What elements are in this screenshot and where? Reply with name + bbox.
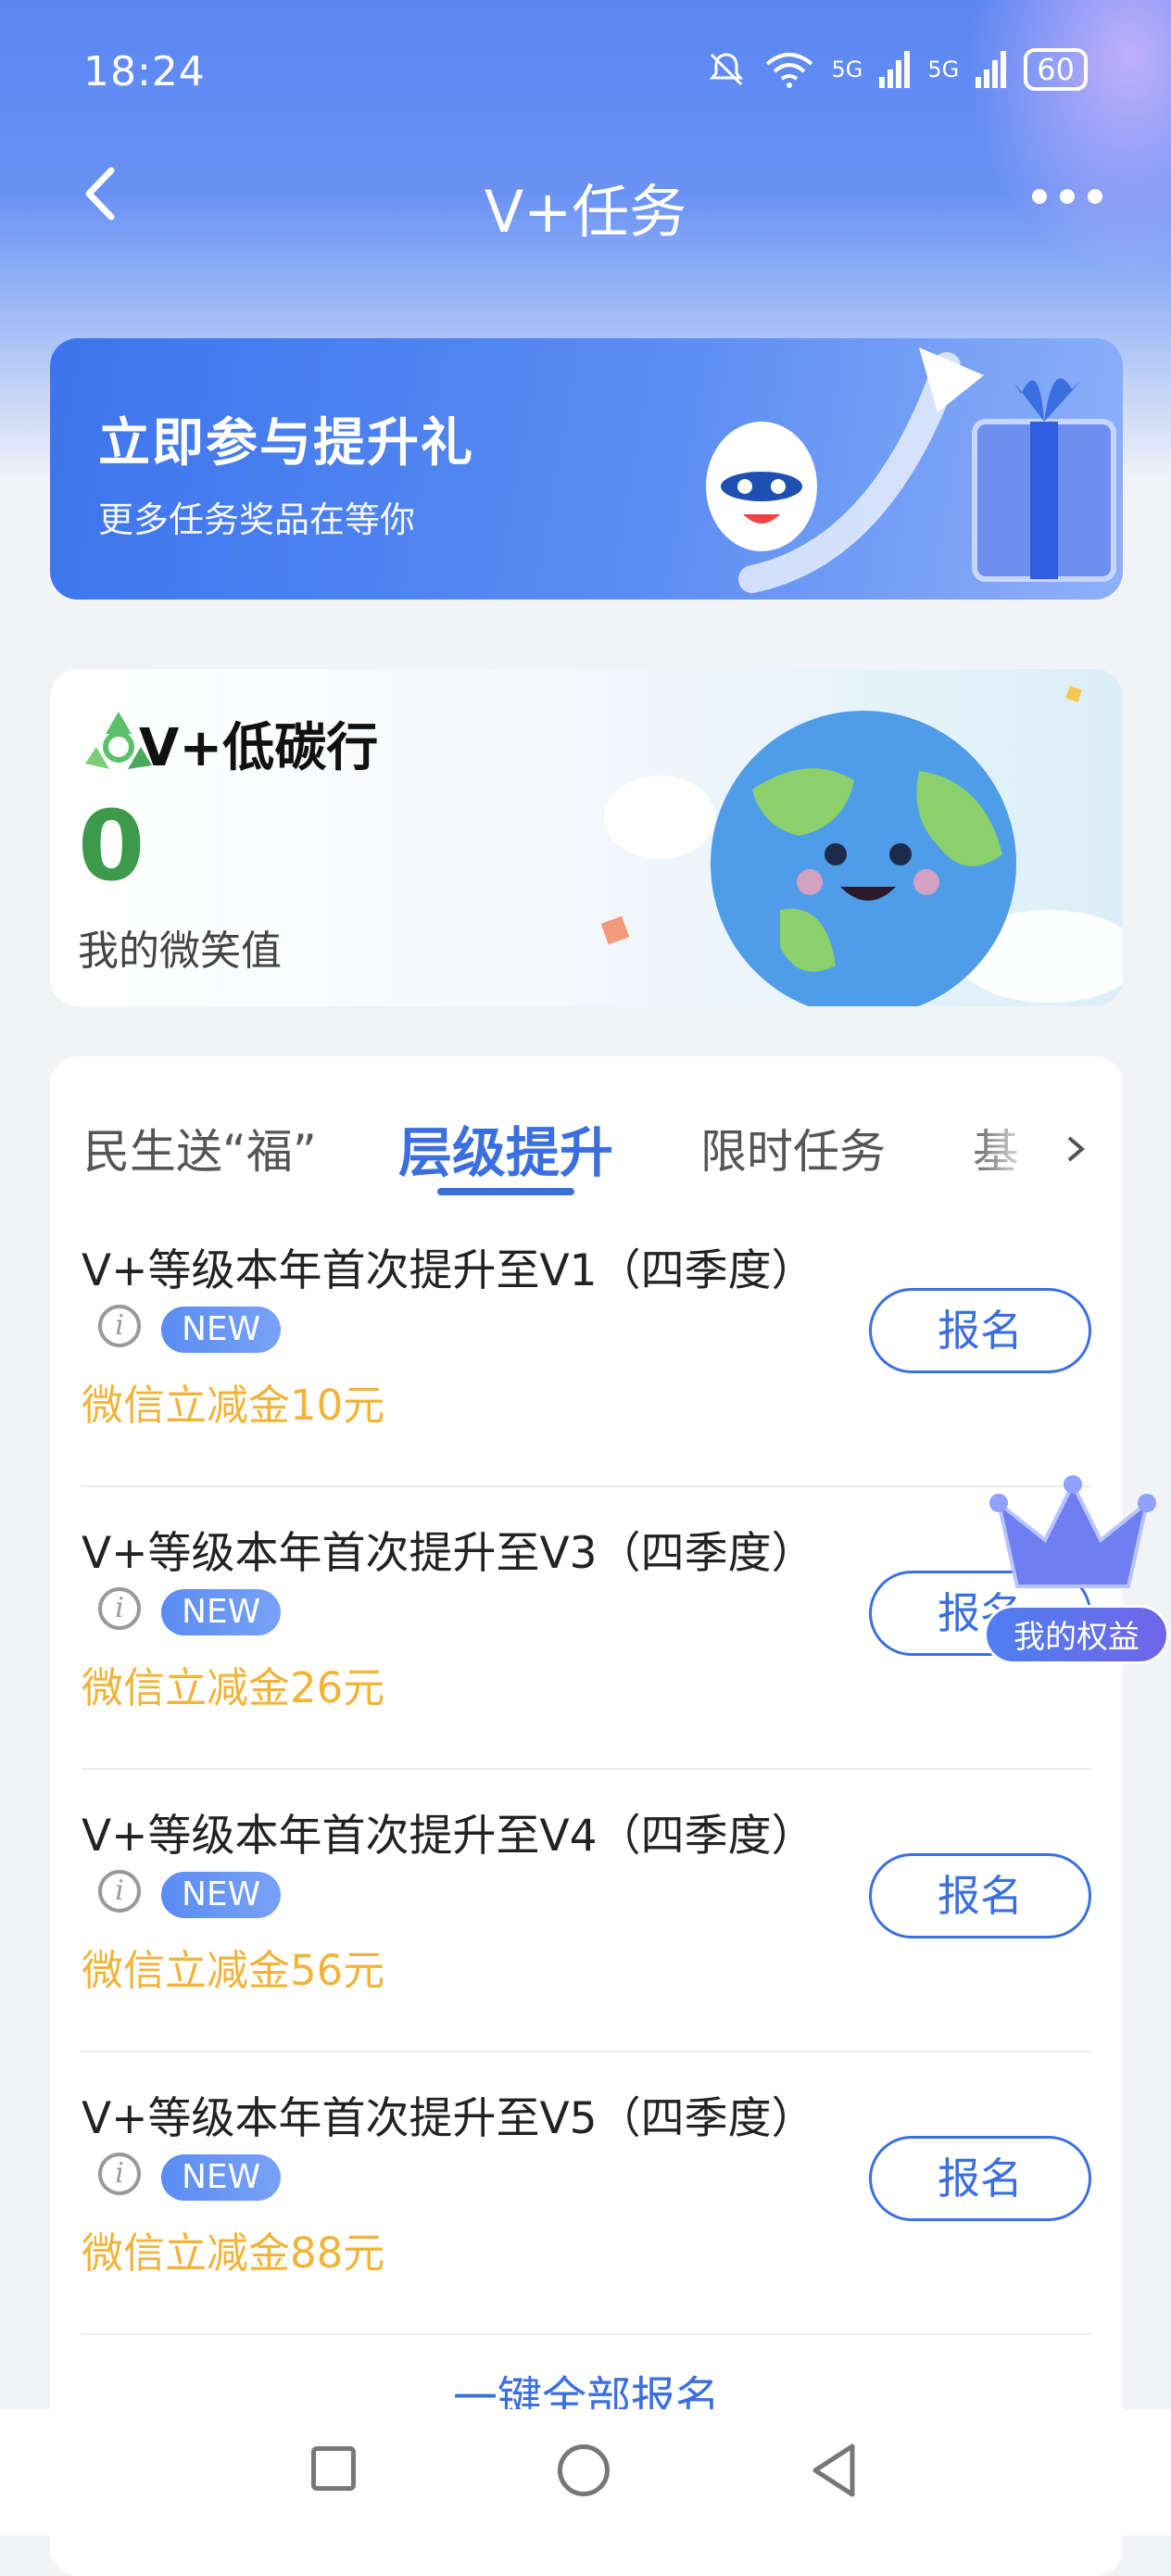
task-item: V+等级本年首次提升至V5（四季度） i NEW 微信立减金88元 报名	[82, 2052, 1091, 2335]
page-title: V+任务	[484, 178, 687, 246]
task-item: V+等级本年首次提升至V4（四季度） i NEW 微信立减金56元 报名	[82, 1770, 1091, 2052]
signup-button[interactable]: 报名	[869, 2136, 1091, 2221]
task-item: V+等级本年首次提升至V1（四季度） i NEW 微信立减金10元 报名	[82, 1205, 1091, 1487]
crown-icon	[989, 1475, 1156, 1588]
carbon-title: V+低碳行	[139, 718, 379, 778]
task-item: V+等级本年首次提升至V3（四季度） i NEW 微信立减金26元 报名	[82, 1487, 1091, 1770]
battery-indicator: 60	[1024, 48, 1088, 91]
signal-bars-icon	[879, 51, 911, 88]
smile-value-label: 我的微笑值	[78, 928, 282, 975]
task-tabs: 民生送“福” 层级提升 限时任务 基	[50, 1056, 1123, 1205]
recent-apps-icon[interactable]	[311, 2446, 356, 2491]
status-time: 18:24	[83, 48, 206, 95]
promo-banner[interactable]: 立即参与提升礼 更多任务奖品在等你	[50, 338, 1123, 600]
banner-subtitle: 更多任务奖品在等你	[98, 499, 416, 540]
tab-limited-time[interactable]: 限时任务	[700, 1115, 886, 1181]
smile-value: 0	[78, 789, 145, 903]
home-icon[interactable]	[558, 2444, 610, 2496]
signal-bars-icon	[976, 51, 1007, 88]
active-tab-indicator	[437, 1188, 574, 1195]
back-triangle-icon[interactable]	[806, 2441, 862, 2500]
task-reward: 微信立减金88元	[82, 2229, 385, 2278]
banner-title: 立即参与提升礼	[98, 413, 474, 474]
task-name: V+等级本年首次提升至V1（四季度）	[82, 1245, 815, 1296]
task-card: 民生送“福” 层级提升 限时任务 基 V+等级本年首次提升至V1（四季度） i …	[50, 1056, 1123, 2576]
wifi-icon	[765, 53, 812, 88]
tab-minsheng[interactable]: 民生送“福”	[83, 1115, 317, 1181]
signup-button[interactable]: 报名	[869, 1288, 1091, 1373]
status-bar: 18:24 5G 5G 60	[0, 0, 1171, 148]
task-name: V+等级本年首次提升至V3（四季度）	[82, 1528, 815, 1579]
chevron-right-icon[interactable]	[1062, 1130, 1089, 1168]
signup-button[interactable]: 报名	[869, 1853, 1091, 1938]
gift-mascot-illustration	[706, 347, 1116, 593]
task-reward: 微信立减金56元	[82, 1946, 385, 1995]
info-icon[interactable]: i	[98, 1870, 141, 1913]
task-name: V+等级本年首次提升至V5（四季度）	[82, 2093, 815, 2144]
my-benefits-label: 我的权益	[984, 1605, 1169, 1664]
info-icon[interactable]: i	[98, 1305, 141, 1347]
signal-5g-1: 5G	[831, 57, 863, 82]
task-reward: 微信立减金10元	[82, 1381, 385, 1430]
info-icon[interactable]: i	[98, 2153, 141, 2195]
tab-level-upgrade[interactable]: 层级提升	[398, 1109, 613, 1187]
task-reward: 微信立减金26元	[82, 1663, 385, 1712]
more-options-icon[interactable]	[1032, 169, 1115, 224]
new-badge: NEW	[161, 1589, 282, 1635]
info-icon[interactable]: i	[98, 1587, 141, 1630]
new-badge: NEW	[161, 1872, 282, 1918]
new-badge: NEW	[161, 2154, 282, 2201]
signal-5g-2: 5G	[927, 57, 960, 82]
mute-bell-icon	[709, 53, 743, 86]
my-benefits-floating-button[interactable]: 我的权益	[980, 1466, 1171, 1670]
low-carbon-card[interactable]: V+低碳行 0 我的微笑值	[50, 669, 1123, 1006]
earth-illustration	[600, 686, 1123, 1006]
new-badge: NEW	[161, 1307, 282, 1353]
navigation-bar: V+任务	[0, 148, 1171, 250]
task-name: V+等级本年首次提升至V4（四季度）	[82, 1811, 815, 1862]
system-navigation-bar	[0, 2409, 1171, 2535]
